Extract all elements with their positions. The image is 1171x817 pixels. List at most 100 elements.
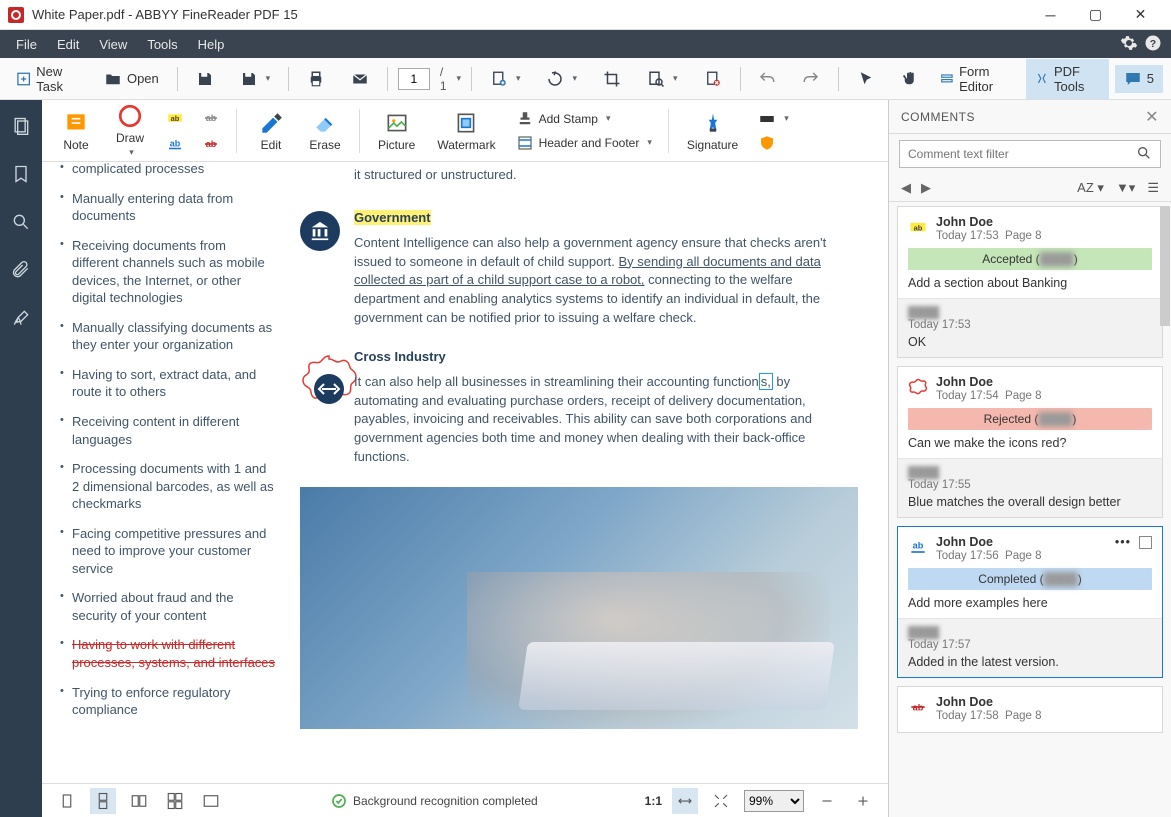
collapse-comments-icon[interactable]: ☰ xyxy=(1147,180,1159,196)
picture-button[interactable]: Picture xyxy=(370,108,423,154)
list-item: Manually entering data from documents xyxy=(60,190,276,225)
delete-page-icon[interactable] xyxy=(696,66,730,92)
comments-toggle-button[interactable]: 5 xyxy=(1115,65,1163,93)
save-icon[interactable] xyxy=(188,66,222,92)
view-continuous-icon[interactable] xyxy=(90,788,116,814)
comment-text: Can we make the icons red? xyxy=(908,436,1152,450)
settings-icon[interactable] xyxy=(1117,34,1141,55)
list-item: Facing competitive pressures and need to… xyxy=(60,525,276,578)
form-editor-button[interactable]: Form Editor xyxy=(931,59,1020,99)
comment-filter-input[interactable] xyxy=(908,147,1136,161)
comment-checkbox[interactable] xyxy=(1139,536,1152,549)
svg-text:ab: ab xyxy=(913,541,924,551)
menu-bar: File Edit View Tools Help ? xyxy=(0,30,1171,58)
pdf-tools-button[interactable]: PDF Tools xyxy=(1026,59,1109,99)
government-icon xyxy=(300,211,340,251)
menu-view[interactable]: View xyxy=(89,33,137,56)
comment-author: John Doe xyxy=(936,695,1152,709)
strikeout-red-button[interactable]: ab xyxy=(196,133,226,155)
comment-menu-icon[interactable]: ••• xyxy=(1115,535,1131,549)
prev-comment-icon[interactable]: ◀ xyxy=(901,180,911,196)
mail-icon[interactable] xyxy=(343,66,377,92)
save-as-icon[interactable] xyxy=(232,66,279,92)
bookmark-icon[interactable] xyxy=(7,160,35,188)
edit-button[interactable]: Edit xyxy=(247,108,295,154)
view-single-icon[interactable] xyxy=(54,788,80,814)
comment-meta: Today 17:58 Page 8 xyxy=(936,710,1152,722)
comments-scrollbar[interactable] xyxy=(1160,206,1170,326)
comment-card[interactable]: abJohn DoeToday 17:58 Page 8 xyxy=(897,686,1163,733)
comment-card[interactable]: abJohn DoeToday 17:53 Page 8Accepted (██… xyxy=(897,206,1163,358)
view-fullscreen-icon[interactable] xyxy=(198,788,224,814)
undo-icon[interactable] xyxy=(750,66,784,92)
fit-width-icon[interactable] xyxy=(672,788,698,814)
menu-edit[interactable]: Edit xyxy=(47,33,89,56)
svg-text:ab: ab xyxy=(170,138,181,148)
comment-status-badge: Accepted (████) xyxy=(908,248,1152,270)
comment-author: John Doe xyxy=(936,375,1152,389)
page-dropdown-icon[interactable]: ▾ xyxy=(457,73,462,84)
svg-text:ab: ab xyxy=(171,114,180,123)
view-two-page-icon[interactable] xyxy=(126,788,152,814)
maximize-button[interactable]: ▢ xyxy=(1073,5,1118,25)
search-comments-icon[interactable] xyxy=(1136,145,1152,164)
comment-card[interactable]: John DoeToday 17:54 Page 8Rejected (████… xyxy=(897,366,1163,518)
attachment-icon[interactable] xyxy=(7,256,35,284)
protect-button[interactable] xyxy=(752,132,795,154)
watermark-button[interactable]: Watermark xyxy=(429,108,503,154)
close-comments-icon[interactable]: ✕ xyxy=(1145,107,1159,127)
comment-text: Add more examples here xyxy=(908,596,1152,610)
pages-icon[interactable] xyxy=(7,112,35,140)
menu-file[interactable]: File xyxy=(6,33,47,56)
redo-icon[interactable] xyxy=(794,66,828,92)
comment-type-icon: ab xyxy=(908,217,928,237)
page-number-input[interactable] xyxy=(398,68,430,90)
help-icon[interactable]: ? xyxy=(1141,34,1165,55)
note-button[interactable]: Note xyxy=(52,108,100,154)
list-item: complicated processes xyxy=(60,162,276,178)
redact-button[interactable] xyxy=(752,108,795,130)
underline-button[interactable]: ab xyxy=(160,133,190,155)
signature-button[interactable]: Signature xyxy=(679,108,746,154)
rotate-icon[interactable] xyxy=(538,66,585,92)
hand-icon[interactable] xyxy=(893,66,927,92)
next-comment-icon[interactable]: ▶ xyxy=(921,180,931,196)
draw-button[interactable]: Draw xyxy=(106,101,154,160)
header-footer-button[interactable]: Header and Footer xyxy=(510,132,658,154)
minimize-button[interactable]: ─ xyxy=(1028,5,1073,25)
comments-panel: COMMENTS ✕ ◀ ▶ AZ ▾ ▼▾ ☰ abJohn DoeToday… xyxy=(888,100,1171,817)
sort-comments-button[interactable]: AZ ▾ xyxy=(1077,180,1104,196)
pointer-icon[interactable] xyxy=(849,66,883,92)
erase-button[interactable]: Erase xyxy=(301,108,349,154)
recognition-status: Background recognition completed xyxy=(331,793,538,809)
close-button[interactable]: ✕ xyxy=(1118,5,1163,25)
zoom-ratio[interactable]: 1:1 xyxy=(645,794,662,808)
strikeout-grey-button[interactable]: ab xyxy=(196,107,226,129)
view-two-cont-icon[interactable] xyxy=(162,788,188,814)
zoom-in-icon[interactable] xyxy=(850,788,876,814)
filter-comments-icon[interactable]: ▼▾ xyxy=(1116,180,1135,196)
crop-icon[interactable] xyxy=(595,66,629,92)
zoom-out-icon[interactable] xyxy=(814,788,840,814)
comment-card[interactable]: abJohn DoeToday 17:56 Page 8•••Completed… xyxy=(897,526,1163,678)
list-item: Receiving documents from different chann… xyxy=(60,237,276,307)
print-icon[interactable] xyxy=(299,66,333,92)
highlight-button[interactable]: ab xyxy=(160,107,190,129)
comment-text: Add a section about Banking xyxy=(908,276,1152,290)
search-doc-icon[interactable] xyxy=(639,66,686,92)
list-item: Manually classifying documents as they e… xyxy=(60,319,276,354)
fit-page-icon[interactable] xyxy=(708,788,734,814)
add-page-icon[interactable] xyxy=(482,66,529,92)
comment-meta: Today 17:56 Page 8 xyxy=(936,550,1107,562)
zoom-select[interactable]: 99% xyxy=(744,790,804,812)
menu-help[interactable]: Help xyxy=(188,33,235,56)
comment-status-badge: Rejected (████) xyxy=(908,408,1152,430)
new-task-button[interactable]: New Task xyxy=(8,60,92,98)
window-title: White Paper.pdf - ABBYY FineReader PDF 1… xyxy=(32,7,1028,22)
menu-tools[interactable]: Tools xyxy=(137,33,187,56)
document-content[interactable]: it structured or unstructured. Governmen… xyxy=(286,162,888,783)
add-stamp-button[interactable]: Add Stamp xyxy=(510,108,658,130)
signature-side-icon[interactable] xyxy=(7,304,35,332)
open-button[interactable]: Open xyxy=(96,66,167,92)
search-icon[interactable] xyxy=(7,208,35,236)
